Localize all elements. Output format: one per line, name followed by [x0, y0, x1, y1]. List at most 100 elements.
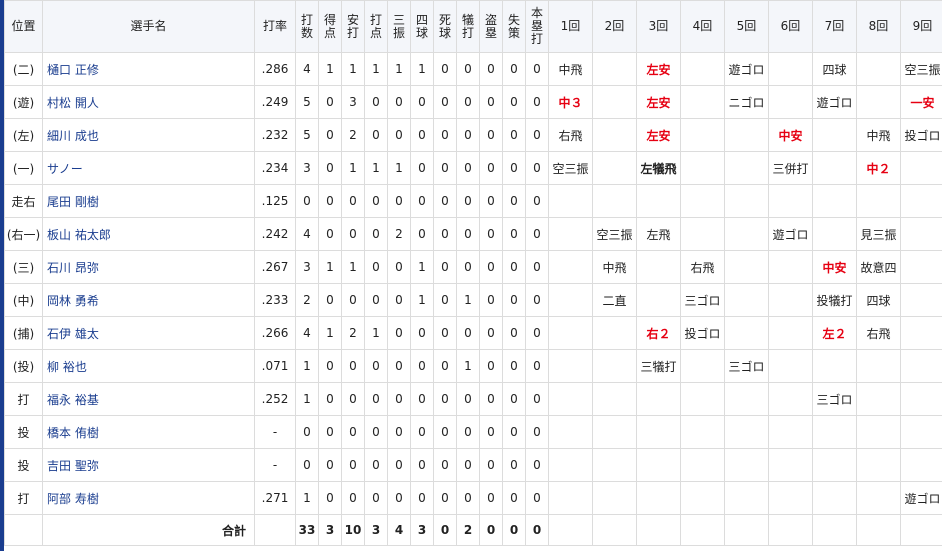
- stat-cell: 1: [295, 349, 319, 383]
- stat-cell: 0: [410, 448, 434, 482]
- header-inning: 4回: [680, 0, 725, 53]
- stat-cell: 0: [387, 283, 411, 317]
- stat-cell: 0: [364, 382, 388, 416]
- header-inning: 2回: [592, 0, 637, 53]
- inning-result: [680, 382, 725, 416]
- stat-cell: 2: [341, 316, 365, 350]
- inning-result: [724, 184, 769, 218]
- stat-cell: 1: [295, 481, 319, 515]
- stat-cell: 0: [341, 382, 365, 416]
- inning-result: 右２: [636, 316, 681, 350]
- stat-cell: 0: [410, 316, 434, 350]
- inning-result: [636, 448, 681, 482]
- stat-cell: 0: [456, 151, 480, 185]
- inning-result: 左２: [812, 316, 857, 350]
- stat-cell: 1: [295, 382, 319, 416]
- inning-result: [900, 217, 942, 251]
- stat-cell: 0: [387, 448, 411, 482]
- stat-cell: 0: [479, 415, 503, 449]
- total-stat: 4: [387, 514, 411, 546]
- stat-cell: 0: [364, 118, 388, 152]
- inning-result: [636, 250, 681, 284]
- stat-cell: 0: [479, 118, 503, 152]
- stat-cell: 0: [456, 217, 480, 251]
- player-name-link[interactable]: 板山 祐太郎: [47, 228, 111, 242]
- total-stat: 2: [456, 514, 480, 546]
- player-name-link[interactable]: サノー: [47, 162, 83, 176]
- inning-result: 左飛: [636, 217, 681, 251]
- stat-cell: 0: [525, 382, 549, 416]
- player-name-link[interactable]: 村松 開人: [47, 96, 99, 110]
- inning-result: [636, 382, 681, 416]
- player-name-link[interactable]: 石伊 雄太: [47, 327, 99, 341]
- player-name-link[interactable]: 柳 裕也: [47, 360, 87, 374]
- player-name-link[interactable]: 橋本 侑樹: [47, 426, 99, 440]
- stat-cell: 0: [456, 85, 480, 119]
- inning-result: [680, 448, 725, 482]
- header-inning: 7回: [812, 0, 857, 53]
- inning-result: [812, 448, 857, 482]
- stat-cell: 0: [525, 415, 549, 449]
- stat-cell: 0: [502, 151, 526, 185]
- player-name-cell: 村松 開人: [42, 85, 255, 119]
- stat-cell: 0: [433, 481, 457, 515]
- stat-cell: 1: [387, 151, 411, 185]
- stat-cell: 1: [456, 283, 480, 317]
- inning-result: [592, 349, 637, 383]
- inning-result: [636, 283, 681, 317]
- player-name-cell: 福永 裕基: [42, 382, 255, 416]
- total-stat: 3: [410, 514, 434, 546]
- stat-cell: 0: [364, 415, 388, 449]
- batting-average: .266: [254, 316, 296, 350]
- inning-result: 三併打: [768, 151, 813, 185]
- stat-cell: 0: [433, 217, 457, 251]
- stat-cell: 0: [479, 481, 503, 515]
- total-blank: [4, 514, 43, 546]
- inning-result: 三ゴロ: [812, 382, 857, 416]
- player-name-cell: 石川 昂弥: [42, 250, 255, 284]
- stat-cell: 0: [433, 283, 457, 317]
- inning-result: [548, 382, 593, 416]
- stat-cell: 1: [364, 52, 388, 86]
- inning-result: 中飛: [548, 52, 593, 86]
- stat-cell: 0: [318, 184, 342, 218]
- stat-cell: 0: [456, 316, 480, 350]
- stat-cell: 0: [364, 217, 388, 251]
- player-name-link[interactable]: 尾田 剛樹: [47, 195, 99, 209]
- stat-cell: 0: [456, 250, 480, 284]
- player-name-link[interactable]: 吉田 聖弥: [47, 459, 99, 473]
- player-position: (二): [4, 52, 43, 86]
- total-inning-blank: [856, 514, 901, 546]
- inning-result: [900, 448, 942, 482]
- stat-cell: 0: [341, 481, 365, 515]
- stat-cell: 1: [318, 316, 342, 350]
- stat-cell: 0: [318, 382, 342, 416]
- boxscore-panel: 位置 選手名 打率 打数 得点 安打 打点 三振 四球 死球 犠打 盗塁 失策 本塁打 1回 2回 3回 4回…: [0, 0, 942, 551]
- stat-cell: 0: [479, 349, 503, 383]
- stat-cell: 0: [341, 283, 365, 317]
- inning-result: [724, 118, 769, 152]
- header-stat: 打率: [254, 0, 296, 53]
- player-name-link[interactable]: 福永 裕基: [47, 393, 99, 407]
- player-name-link[interactable]: 岡林 勇希: [47, 294, 99, 308]
- inning-result: [768, 52, 813, 86]
- batting-average: .271: [254, 481, 296, 515]
- player-position: 投: [4, 415, 43, 449]
- stat-cell: 3: [295, 250, 319, 284]
- player-name-link[interactable]: 石川 昂弥: [47, 261, 99, 275]
- player-name-cell: 樋口 正修: [42, 52, 255, 86]
- stat-cell: 0: [318, 349, 342, 383]
- inning-result: [856, 481, 901, 515]
- inning-result: [592, 184, 637, 218]
- player-name-link[interactable]: 細川 成也: [47, 129, 99, 143]
- stat-cell: 0: [433, 184, 457, 218]
- player-position: 走右: [4, 184, 43, 218]
- player-name-link[interactable]: 樋口 正修: [47, 63, 99, 77]
- stat-cell: 0: [456, 481, 480, 515]
- inning-result: [680, 481, 725, 515]
- player-name-link[interactable]: 阿部 寿樹: [47, 492, 99, 506]
- inning-result: [768, 349, 813, 383]
- inning-result: [724, 382, 769, 416]
- inning-result: [768, 283, 813, 317]
- total-stat: 10: [341, 514, 365, 546]
